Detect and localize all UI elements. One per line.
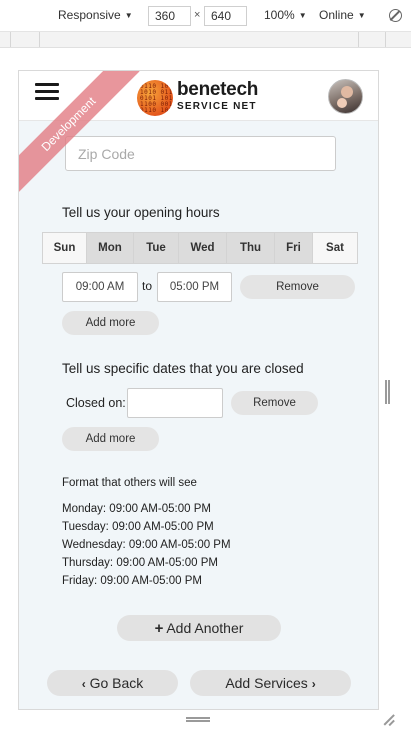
ruler-segment [39,32,40,47]
open-time-input[interactable]: 09:00 AM [62,272,138,302]
add-services-label: Add Services [225,675,308,691]
format-line: Monday: 09:00 AM-05:00 PM [62,503,211,515]
remove-closed-date-button[interactable]: Remove [231,391,318,415]
day-sat[interactable]: Sat [313,233,357,263]
day-mon[interactable]: Mon [87,233,134,263]
remove-hours-button[interactable]: Remove [240,275,355,299]
add-another-button[interactable]: + Add Another [117,615,281,641]
add-more-hours-button[interactable]: Add more [62,311,159,335]
bottom-resize-handle[interactable] [186,717,210,722]
caret-down-icon: ▼ [124,11,133,20]
chevron-left-icon: ‹ [81,677,86,691]
devtools-toolbar: Responsive ▼ 360 × 640 100% ▼ Online ▼ [0,0,411,32]
closed-dates-label: Tell us specific dates that you are clos… [62,361,304,376]
go-back-button[interactable]: ‹ Go Back [47,670,178,696]
brand-name: benetech [177,79,259,100]
day-sun[interactable]: Sun [43,233,87,263]
benetech-logo-icon: 0110 1001 1010 0110 0101 1010 1100 0011 … [137,80,173,116]
height-input[interactable]: 640 [204,6,247,26]
format-line: Thursday: 09:00 AM-05:00 PM [62,557,218,569]
format-line: Tuesday: 09:00 AM-05:00 PM [62,521,214,533]
zoom-select[interactable]: 100% ▼ [264,8,307,22]
zip-code-input[interactable]: Zip Code [65,136,336,171]
caret-down-icon: ▼ [357,11,366,20]
menu-icon[interactable] [35,79,61,105]
ruler-segment [10,32,11,47]
day-tue[interactable]: Tue [134,233,179,263]
day-wed[interactable]: Wed [179,233,227,263]
go-back-label: Go Back [89,675,144,691]
ruler-segment [358,32,359,47]
day-thu[interactable]: Thu [227,233,275,263]
dimension-separator: × [194,9,201,21]
corner-resize-icon[interactable] [383,714,395,726]
plus-icon: + [154,620,164,637]
day-selector: Sun Mon Tue Wed Thu Fri Sat [42,232,358,264]
right-resize-handle[interactable] [385,380,390,404]
throttle-select[interactable]: Online ▼ [319,8,366,22]
logo-bits: 0110 1001 1010 0110 0101 1010 1100 0011 … [140,83,173,114]
close-time-input[interactable]: 05:00 PM [157,272,232,302]
avatar[interactable] [328,79,363,114]
width-input[interactable]: 360 [148,6,191,26]
brand-subtitle: SERVICE NET [177,101,257,112]
throttle-label: Online [319,8,354,22]
add-services-button[interactable]: Add Services › [190,670,351,696]
chevron-right-icon: › [311,677,316,691]
to-label: to [142,279,153,293]
zoom-label: 100% [264,8,295,22]
media-query-bar[interactable] [0,32,411,48]
add-more-closed-button[interactable]: Add more [62,427,159,451]
format-heading: Format that others will see [62,477,197,489]
caret-down-icon: ▼ [298,11,307,20]
closed-on-label: Closed on: [66,396,126,410]
day-fri[interactable]: Fri [275,233,313,263]
closed-date-input[interactable] [127,388,223,418]
add-another-label: Add Another [166,620,244,636]
device-viewport: 0110 1001 1010 0110 0101 1010 1100 0011 … [18,70,379,710]
device-mode-label: Responsive [58,8,121,22]
device-mode-select[interactable]: Responsive ▼ [58,8,133,22]
disable-touch-icon[interactable] [389,9,402,22]
format-line: Wednesday: 09:00 AM-05:00 PM [62,539,231,551]
opening-hours-label: Tell us your opening hours [62,205,220,220]
format-line: Friday: 09:00 AM-05:00 PM [62,575,202,587]
ruler-segment [385,32,386,47]
